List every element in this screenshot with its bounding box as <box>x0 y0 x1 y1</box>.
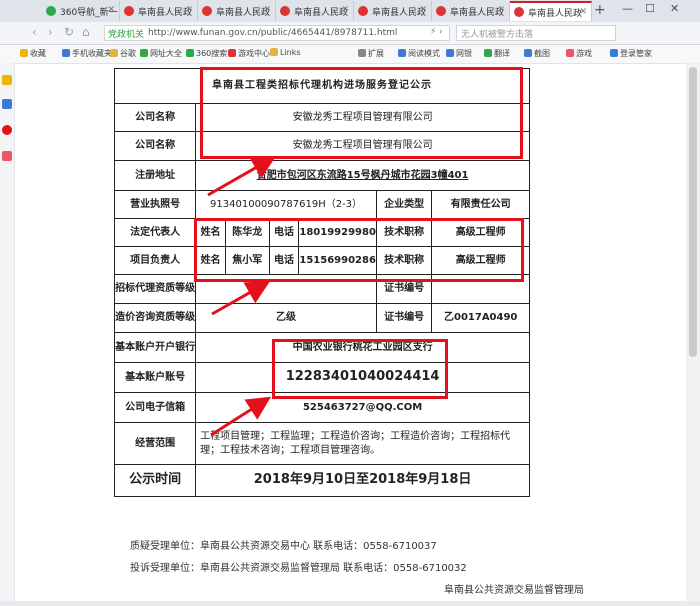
annotation-arrows <box>207 156 277 437</box>
arrow-to-personnel <box>211 281 271 316</box>
issuer: 阜南县公共资源交易监督管理局 <box>444 585 584 596</box>
arrow-to-bank <box>210 396 272 437</box>
complaint-contact: 投诉受理单位：阜南县公共资源交易监督管理局 联系电话：0558-6710032 <box>130 563 467 574</box>
status-bar <box>0 601 700 606</box>
arrow-to-company <box>207 156 277 197</box>
inquiry-contact: 质疑受理单位：阜南县公共资源交易中心 联系电话：0558-6710037 <box>130 541 437 552</box>
